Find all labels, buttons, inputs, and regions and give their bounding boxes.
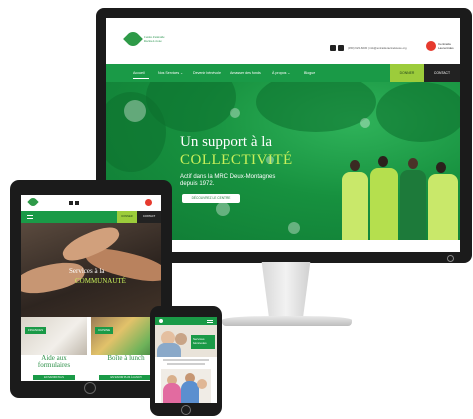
decorative-bubble (360, 118, 370, 128)
monitor-stand (261, 262, 311, 320)
hero-foliage (376, 82, 460, 142)
person-face (175, 333, 187, 345)
decorative-bubble (288, 222, 300, 234)
person-body (370, 168, 398, 240)
tablet-device: DONNER CONTACT Services à la COMMUNAUTÉ … (10, 180, 172, 398)
person-body (163, 383, 181, 403)
tablet-hero-title: Services à la (69, 267, 105, 275)
tablet-header (21, 195, 161, 211)
nav-item-benevole[interactable]: Devenir bénévole (193, 71, 221, 75)
logo-leaf-icon (159, 319, 163, 323)
donate-button[interactable]: DONNER (390, 64, 424, 82)
monitor-stand-base (222, 316, 352, 326)
nav-item-a-propos[interactable]: À propos ⌄ (272, 71, 290, 75)
donate-button[interactable]: DONNER (117, 211, 137, 223)
tablet-hero-accent: COMMUNAUTÉ (75, 277, 126, 285)
phone-hero: Services bénévoles (155, 325, 217, 357)
power-button-icon[interactable] (447, 255, 454, 262)
person-face (197, 379, 207, 389)
person-head (436, 162, 446, 173)
logo-leaf-icon (123, 29, 143, 49)
volunteers-illustration (334, 152, 460, 240)
phone-hero-tag: Services bénévoles (191, 335, 215, 349)
person-body (342, 172, 368, 240)
nav-active-indicator (133, 78, 149, 79)
service-card[interactable]: FINANCES Aide aux formulaires EN SAVOIR … (21, 317, 87, 381)
discover-center-button[interactable]: DÉCOUVREZ LE CENTRE (182, 194, 240, 203)
home-button-icon[interactable] (181, 405, 191, 415)
person-body (428, 174, 458, 240)
card-button[interactable]: EN SAVOIR PLUS (33, 375, 75, 380)
menu-icon[interactable] (27, 215, 33, 219)
contact-button[interactable]: CONTACT (424, 64, 460, 82)
hero-headline-accent: COLLECTIVITÉ (180, 152, 293, 168)
header-contact-info: (450) 623-6030 | info@entraideracinelavo… (348, 46, 407, 50)
home-button-icon[interactable] (84, 382, 96, 394)
hero-subtitle: Actif dans la MRC Deux-Montagnes depuis … (180, 174, 276, 187)
person-body (400, 170, 426, 240)
site-header: Centre d'entraide Racine-Lavoie (450) 62… (106, 18, 460, 64)
text-line (167, 363, 205, 365)
hero-headline: Un support à la (180, 134, 273, 150)
card-title: Aide aux formulaires (37, 354, 71, 369)
card-photo (21, 317, 87, 355)
facebook-icon[interactable] (330, 45, 336, 51)
tablet-hero: Services à la COMMUNAUTÉ (21, 223, 161, 317)
person-head (408, 158, 418, 169)
menu-icon[interactable] (207, 320, 213, 323)
phone-screen: Services bénévoles (155, 317, 217, 403)
decorative-bubble (216, 202, 230, 216)
logo-leaf-icon (27, 196, 39, 208)
card-tag: FINANCES (25, 327, 47, 334)
centraide-logo-icon (426, 41, 436, 51)
tablet-nav: DONNER CONTACT (21, 211, 161, 223)
person-head (378, 156, 388, 167)
phone-nav (155, 317, 217, 325)
instagram-icon[interactable] (75, 201, 79, 205)
tablet-screen: DONNER CONTACT Services à la COMMUNAUTÉ … (21, 195, 161, 381)
text-line (163, 359, 209, 361)
instagram-icon[interactable] (338, 45, 344, 51)
decorative-bubble (230, 108, 240, 118)
partner-name: Centraide Laurentides (438, 42, 454, 50)
nav-item-services[interactable]: Nos Services ⌄ (158, 71, 183, 75)
centraide-logo-icon (145, 199, 152, 206)
nav-item-fonds[interactable]: Amasser des fonds (230, 71, 261, 75)
person-body (157, 343, 181, 357)
decorative-bubble (124, 100, 146, 122)
person-head (350, 160, 360, 171)
card-button[interactable]: EN SAVOIR PLUS À LUNCH (99, 375, 153, 380)
nav-item-accueil[interactable]: Accueil (133, 71, 145, 75)
phone-device: Services bénévoles (150, 306, 222, 416)
contact-button[interactable]: CONTACT (137, 211, 161, 223)
nav-item-blogue[interactable]: Blogue (304, 71, 315, 75)
facebook-icon[interactable] (69, 201, 73, 205)
card-tag: CUISINE (95, 327, 114, 334)
hero-foliage (256, 82, 376, 132)
phone-photo (161, 369, 211, 403)
phone-text-block (155, 357, 217, 367)
site-logo-name[interactable]: Centre d'entraide Racine-Lavoie (144, 35, 184, 43)
